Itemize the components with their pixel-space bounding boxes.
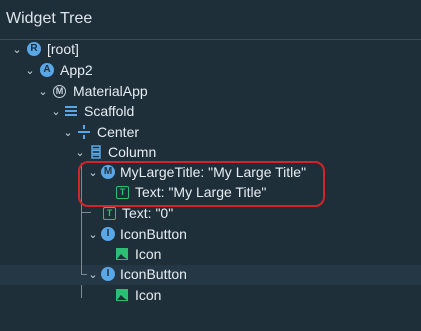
tree-node-icon-1[interactable]: Icon <box>0 245 421 265</box>
tree-node-column[interactable]: ⌄ Column <box>0 143 421 163</box>
image-icon <box>116 289 128 301</box>
center-align-icon <box>78 125 90 139</box>
chevron-down-icon[interactable]: ⌄ <box>74 147 86 159</box>
tree-node-app2[interactable]: ⌄ A App2 <box>0 61 421 81</box>
tree-node-root[interactable]: ⌄ R [root] <box>0 40 421 60</box>
chevron-down-icon[interactable]: ⌄ <box>37 86 49 98</box>
node-label: Text: "0" <box>122 205 174 221</box>
node-label: IconButton <box>120 266 187 282</box>
highlight-outline <box>78 161 325 207</box>
chevron-down-icon[interactable]: ⌄ <box>62 127 74 139</box>
material-app-icon: M <box>53 85 66 98</box>
tree-node-iconbutton-1[interactable]: ⌄ I IconButton <box>0 225 421 245</box>
tree-node-materialapp[interactable]: ⌄ M MaterialApp <box>0 82 421 102</box>
panel-header: Widget Tree <box>0 0 421 40</box>
column-layout-icon <box>91 145 101 159</box>
chevron-down-icon[interactable]: ⌄ <box>87 269 99 281</box>
node-label: Center <box>97 124 140 140</box>
widget-tree: ⌄ R [root] ⌄ A App2 ⌄ M MaterialApp ⌄ Sc… <box>0 40 421 331</box>
chevron-down-icon[interactable]: ⌄ <box>11 44 23 56</box>
tree-guide-line <box>81 265 82 274</box>
flutter-widget-icon: A <box>40 63 54 77</box>
tree-node-icon-2[interactable]: Icon <box>0 286 421 306</box>
node-label: Icon <box>135 246 162 262</box>
chevron-down-icon[interactable]: ⌄ <box>87 229 99 241</box>
chevron-down-icon[interactable]: ⌄ <box>24 65 36 77</box>
tree-node-iconbutton-2[interactable]: ⌄ I IconButton <box>0 265 421 285</box>
node-label: [root] <box>47 41 79 57</box>
tree-node-scaffold[interactable]: ⌄ Scaffold <box>0 102 421 122</box>
image-icon <box>116 248 128 260</box>
node-label: Scaffold <box>84 103 135 119</box>
scaffold-layout-icon <box>65 106 77 116</box>
node-label: MaterialApp <box>73 83 148 99</box>
tree-node-center[interactable]: ⌄ Center <box>0 123 421 143</box>
node-label: App2 <box>60 62 93 78</box>
tree-node-text-0[interactable]: T Text: "0" <box>0 204 421 224</box>
node-label: Column <box>108 144 157 160</box>
chevron-down-icon[interactable]: ⌄ <box>50 106 62 118</box>
text-widget-icon: T <box>103 207 116 220</box>
flutter-widget-icon: I <box>101 227 115 241</box>
flutter-widget-icon: I <box>101 267 115 281</box>
panel-title: Widget Tree <box>6 10 93 27</box>
node-label: IconButton <box>120 226 187 242</box>
node-label: Icon <box>135 287 162 303</box>
flutter-widget-icon: R <box>27 42 41 56</box>
